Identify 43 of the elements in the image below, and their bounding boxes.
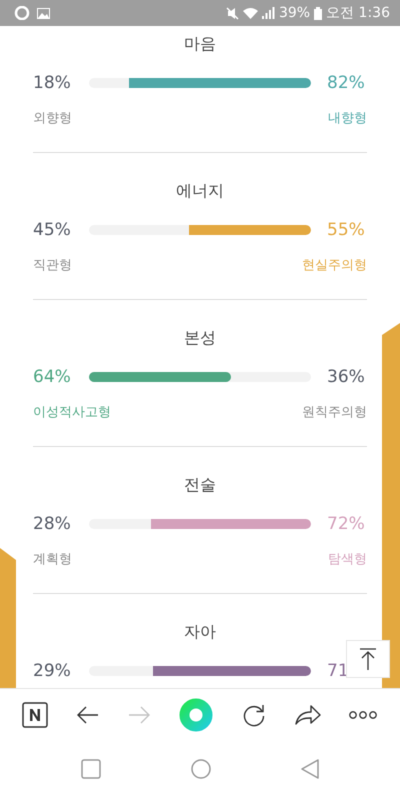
arrow-right-icon (128, 706, 150, 724)
circle-icon (191, 758, 211, 778)
battery-icon (314, 6, 322, 20)
right-type-label: 내향형 (328, 110, 367, 128)
mute-icon (226, 6, 239, 20)
right-type-label: 현실주의형 (302, 257, 367, 275)
right-type-label: 탐색형 (328, 551, 367, 569)
more-icon (349, 710, 378, 720)
arrow-up-icon (359, 648, 377, 670)
wifi-icon (242, 7, 258, 19)
right-percent: 72% (326, 514, 366, 534)
left-percent: 28% (33, 514, 72, 534)
trait-title: 전술 (183, 474, 217, 496)
right-percent: 36% (326, 367, 366, 387)
trait-title: 본성 (183, 327, 217, 349)
left-type-label: 이성적사고형 (33, 404, 111, 422)
left-percent: 45% (33, 220, 72, 240)
arrow-left-icon (77, 706, 100, 724)
right-percent: 71 (326, 661, 350, 681)
image-icon (37, 8, 50, 18)
battery-percent: 39% (278, 5, 310, 21)
right-type-label: 원칙주의형 (302, 404, 367, 422)
scroll-top-button[interactable] (346, 640, 390, 678)
app-icon (14, 6, 30, 20)
n-logo-icon (22, 702, 48, 728)
left-percent: 18% (33, 73, 72, 93)
trait-title: 자아 (183, 621, 217, 643)
trait-title: 에너지 (175, 180, 225, 202)
left-percent: 29% (33, 661, 72, 681)
refresh-icon (242, 703, 266, 727)
square-icon (81, 758, 101, 778)
signal-icon (262, 7, 275, 19)
triangle-icon (301, 758, 319, 778)
left-type-label: 외향형 (33, 110, 72, 128)
left-type-label: 계획형 (33, 551, 72, 569)
ring-icon (178, 698, 213, 732)
right-percent: 55% (326, 220, 366, 240)
left-percent: 64% (33, 367, 72, 387)
right-percent: 82% (326, 73, 366, 93)
share-arrow-icon (294, 704, 321, 726)
left-type-label: 직관형 (33, 257, 72, 275)
trait-title: 마음 (183, 33, 217, 55)
clock: 오전 1:36 (326, 4, 390, 22)
